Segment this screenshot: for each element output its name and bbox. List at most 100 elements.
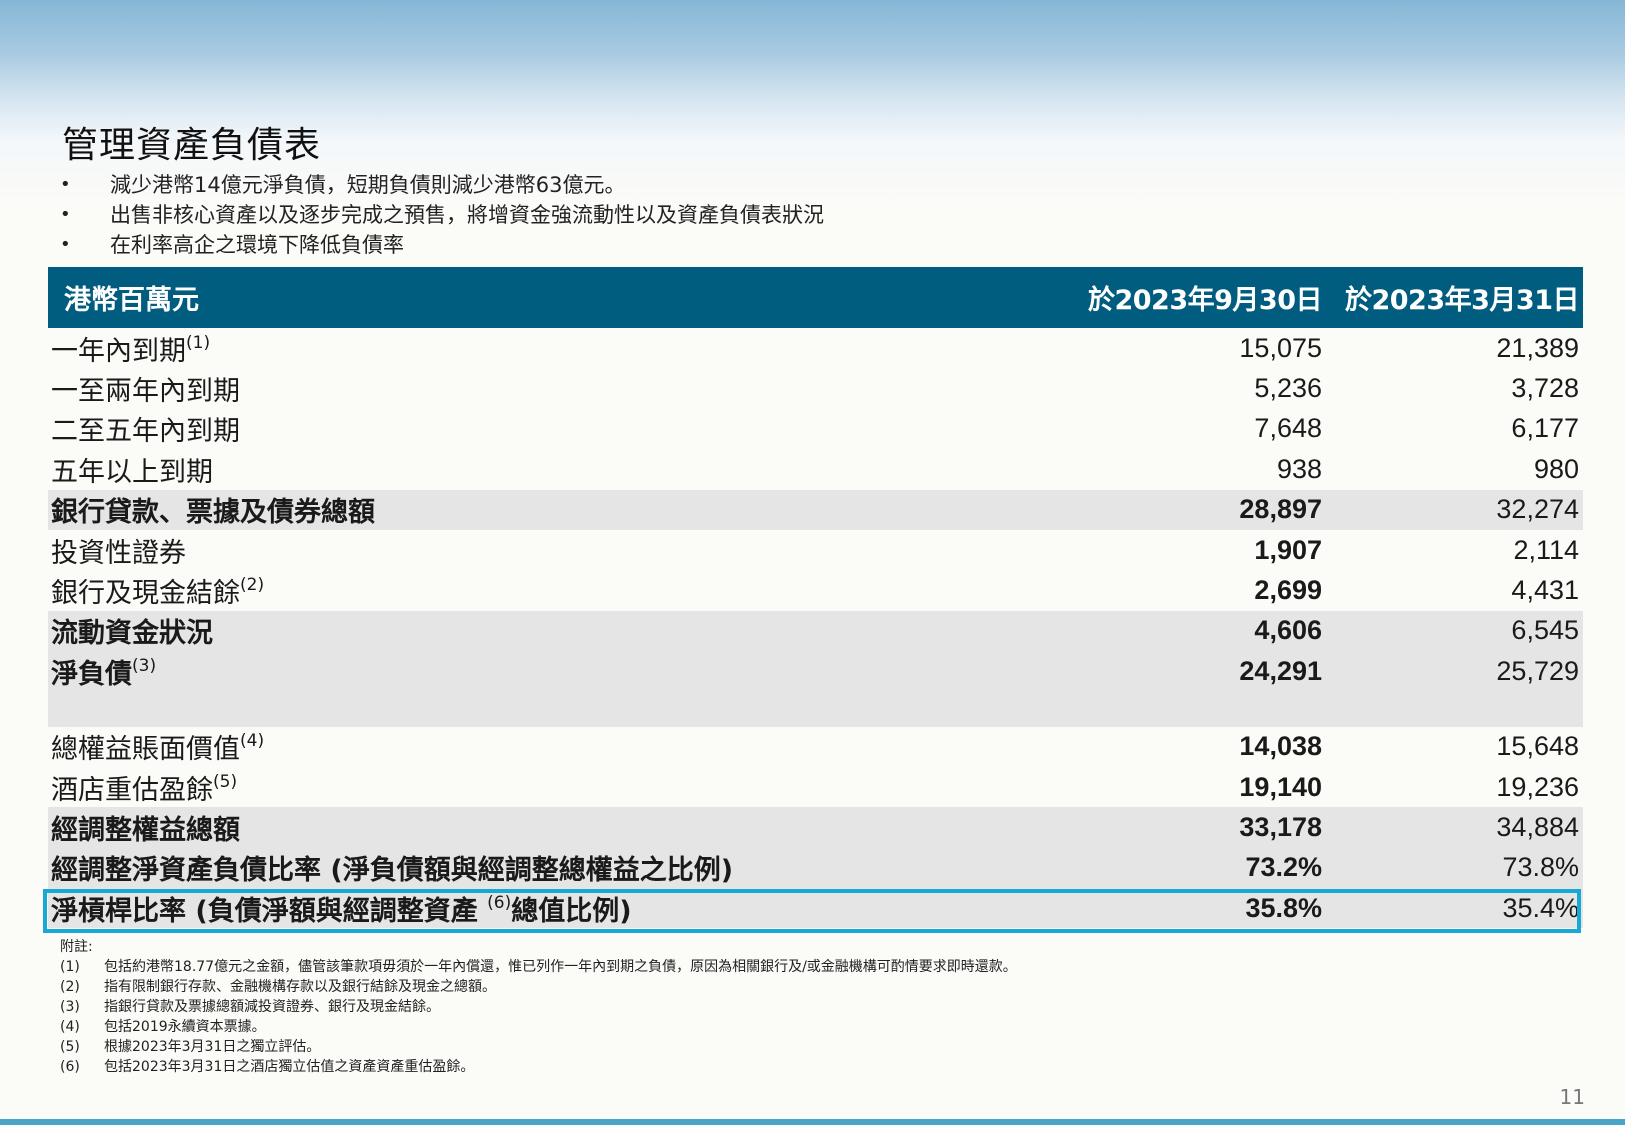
footnote-number: (6) xyxy=(60,1059,80,1075)
row-value-mar: 25,729 xyxy=(1326,651,1583,692)
row-value-mar: 15,648 xyxy=(1496,731,1579,762)
row-label: 總權益賬面價值(4) xyxy=(48,727,1068,767)
row-value-mar: 3,728 xyxy=(1511,373,1579,404)
table-row: 銀行及現金結餘(2) 2,699 4,431 xyxy=(48,570,1583,610)
table-row-subtotal: 經調整權益總額 33,178 34,884 xyxy=(48,807,1583,848)
footnote-text: 包括2023年3月31日之酒店獨立估值之資產資產重估盈餘。 xyxy=(104,1059,475,1075)
header-col-mar-2023: 於2023年3月31日 xyxy=(1326,267,1583,328)
bullet-text: 減少港幣14億元淨負債，短期負債則減少港幣63億元。 xyxy=(110,173,626,197)
table-row: 一年內到期(1) 15,075 21,389 xyxy=(48,328,1583,368)
footnote-ref: (2) xyxy=(240,575,265,596)
table-row: 一至兩年內到期 5,236 3,728 xyxy=(48,368,1583,408)
footnote-item: (2) 指有限制銀行存款、金融機構存款以及銀行結餘及現金之總額。 xyxy=(60,977,1017,997)
footnote-ref: (1) xyxy=(186,332,211,353)
table-row: 總權益賬面價值(4) 14,038 15,648 xyxy=(48,727,1583,767)
footnote-number: (5) xyxy=(60,1039,80,1055)
row-value-mar: 35.4% xyxy=(1326,888,1583,929)
footnote-number: (2) xyxy=(60,979,80,995)
table-row-ratio-highlighted: 淨槓桿比率 (負債淨額與經調整資產 (6)總值比例) 35.8% 35.4% xyxy=(48,888,1583,929)
footnotes: 附註: (1) 包括約港幣18.77億元之金額，儘管該筆款項毋須於一年內償還，惟已… xyxy=(60,937,1017,1077)
bullet-dot-icon: • xyxy=(60,204,71,225)
footnote-item: (3) 指銀行貸款及票據總額減投資證券、銀行及現金結餘。 xyxy=(60,997,1017,1017)
row-value-mar: 6,545 xyxy=(1326,610,1583,652)
balance-sheet-table-container: 港幣百萬元 於2023年9月30日 於2023年3月31日 一年內到期(1) 1… xyxy=(48,267,1583,929)
row-value-mar: 34,884 xyxy=(1326,807,1583,848)
row-label: 經調整權益總額 xyxy=(48,807,1068,848)
row-label: 淨負債(3) xyxy=(48,651,1068,692)
row-value-mar: 980 xyxy=(1533,453,1579,484)
row-value-mar: 73.8% xyxy=(1326,847,1583,889)
footnote-text: 包括2019永續資本票據。 xyxy=(104,1019,266,1035)
bullet-list: • 減少港幣14億元淨負債，短期負債則減少港幣63億元。 • 出售非核心資產以及逐步… xyxy=(58,170,824,260)
footnote-ref: (5) xyxy=(213,771,238,792)
row-label: 流動資金狀況 xyxy=(48,610,1068,652)
row-label: 淨槓桿比率 (負債淨額與經調整資產 (6)總值比例) xyxy=(48,888,1068,929)
bottom-accent-bar xyxy=(0,1119,1625,1125)
slide-title: 管理資產負債表 xyxy=(62,125,322,166)
row-value-mar: 32,274 xyxy=(1326,489,1583,530)
table-row: 二至五年內到期 7,648 6,177 xyxy=(48,409,1583,449)
row-label: 投資性證券 xyxy=(51,537,186,569)
footnote-text: 根據2023年3月31日之獨立評估。 xyxy=(104,1039,321,1055)
row-value-sep: 28,897 xyxy=(1068,489,1326,530)
table-row: 五年以上到期 938 980 xyxy=(48,449,1583,489)
row-label: 經調整淨資產負債比率 (淨負債額與經調整總權益之比例) xyxy=(48,847,1068,889)
footnote-item: (1) 包括約港幣18.77億元之金額，儘管該筆款項毋須於一年內償還，惟已列作一年… xyxy=(60,957,1017,977)
row-value-sep: 35.8% xyxy=(1068,888,1326,929)
row-label-text: 淨槓桿比率 (負債淨額與經調整資產 xyxy=(51,895,488,927)
table-row-subtotal: 淨負債(3) 24,291 25,729 xyxy=(48,651,1583,692)
row-label: 銀行貸款、票據及債券總額 xyxy=(48,489,1068,530)
footnote-number: (3) xyxy=(60,999,80,1015)
row-value-mar: 21,389 xyxy=(1496,332,1579,363)
footnote-ref: (4) xyxy=(240,731,265,752)
row-value-sep: 5,236 xyxy=(1254,373,1322,404)
bullet-item: • 出售非核心資產以及逐步完成之預售，將增資金強流動性以及資產負債表狀況 xyxy=(58,200,824,230)
row-label: 五年以上到期 xyxy=(51,456,213,488)
row-label-text: 淨負債 xyxy=(51,658,132,690)
row-label: 一至兩年內到期 xyxy=(51,376,240,408)
footnote-ref: (6) xyxy=(487,892,512,913)
header-unit-label: 港幣百萬元 xyxy=(48,267,1068,328)
row-value-mar: 19,236 xyxy=(1496,771,1579,802)
row-value-mar: 2,114 xyxy=(1513,534,1579,565)
footnote-item: (4) 包括2019永續資本票據。 xyxy=(60,1017,1017,1037)
row-value-sep: 1,907 xyxy=(1254,534,1322,565)
header-col-sep-2023: 於2023年9月30日 xyxy=(1068,267,1326,328)
row-value-sep: 73.2% xyxy=(1068,847,1326,889)
row-label: 酒店重估盈餘(5) xyxy=(48,767,1068,807)
row-label-tail: 總值比例) xyxy=(511,895,632,927)
table-row-subtotal: 流動資金狀況 4,606 6,545 xyxy=(48,610,1583,652)
row-value-sep: 938 xyxy=(1276,453,1322,484)
table-row: 投資性證券 1,907 2,114 xyxy=(48,530,1583,570)
footnote-text: 指有限制銀行存款、金融機構存款以及銀行結餘及現金之總額。 xyxy=(104,979,496,995)
row-value-sep: 15,075 xyxy=(1239,332,1322,363)
bullet-item: • 在利率高企之環境下降低負債率 xyxy=(58,230,824,260)
footnote-ref: (3) xyxy=(132,655,157,676)
row-label-text: 酒店重估盈餘 xyxy=(51,774,213,806)
bullet-dot-icon: • xyxy=(60,234,71,255)
footnotes-heading: 附註: xyxy=(60,939,93,955)
footnote-item: (6) 包括2023年3月31日之酒店獨立估值之資產資產重估盈餘。 xyxy=(60,1057,1017,1077)
bullet-text: 出售非核心資產以及逐步完成之預售，將增資金強流動性以及資產負債表狀況 xyxy=(110,203,824,227)
row-value-sep: 19,140 xyxy=(1239,771,1322,802)
footnote-number: (4) xyxy=(60,1019,80,1035)
spacer-cell xyxy=(48,691,1583,727)
bullet-text: 在利率高企之環境下降低負債率 xyxy=(110,233,404,257)
row-value-mar: 4,431 xyxy=(1511,575,1579,606)
row-value-mar: 6,177 xyxy=(1511,413,1579,444)
bullet-item: • 減少港幣14億元淨負債，短期負債則減少港幣63億元。 xyxy=(58,170,824,200)
table-spacer-row xyxy=(48,691,1583,727)
row-value-sep: 24,291 xyxy=(1068,651,1326,692)
row-label: 二至五年內到期 xyxy=(51,416,240,448)
row-label-text: 一年內到期 xyxy=(51,335,186,367)
table-row-ratio: 經調整淨資產負債比率 (淨負債額與經調整總權益之比例) 73.2% 73.8% xyxy=(48,847,1583,889)
row-label: 銀行及現金結餘(2) xyxy=(48,570,1068,610)
row-value-sep: 2,699 xyxy=(1254,575,1322,606)
table-header-row: 港幣百萬元 於2023年9月30日 於2023年3月31日 xyxy=(48,267,1583,328)
footnote-item: (5) 根據2023年3月31日之獨立評估。 xyxy=(60,1037,1017,1057)
row-label-text: 總權益賬面價值 xyxy=(51,734,240,766)
row-value-sep: 33,178 xyxy=(1068,807,1326,848)
row-label: 一年內到期(1) xyxy=(48,328,1068,368)
page-number: 11 xyxy=(1559,1085,1585,1109)
row-value-sep: 4,606 xyxy=(1068,610,1326,652)
